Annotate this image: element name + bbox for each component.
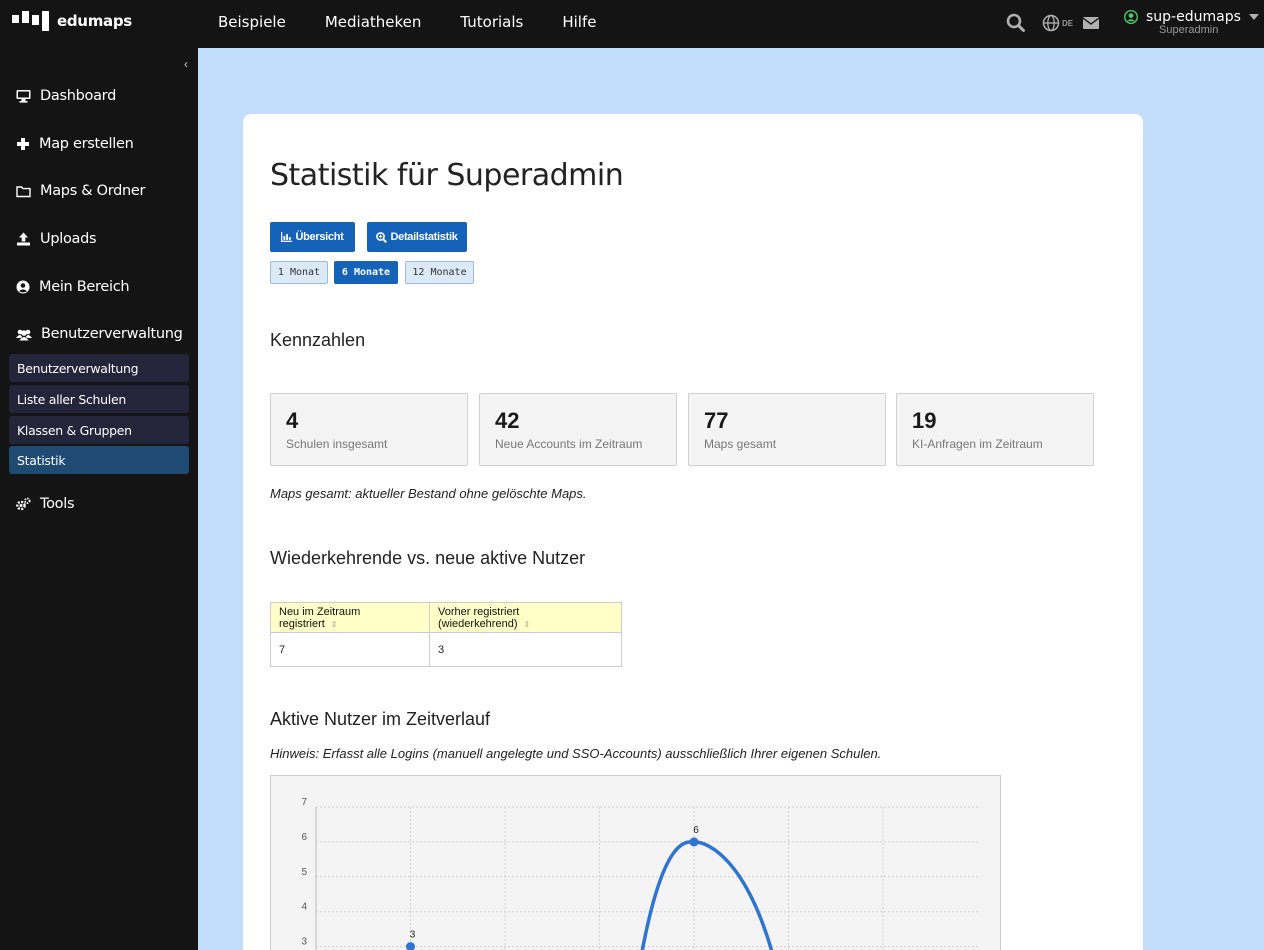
edumaps-logo-icon bbox=[12, 11, 49, 31]
main-nav: Beispiele Mediatheken Tutorials Hilfe bbox=[218, 13, 635, 31]
nav-item-tutorials[interactable]: Tutorials bbox=[460, 13, 523, 31]
upload-icon bbox=[17, 232, 30, 246]
monitor-icon bbox=[16, 90, 31, 103]
submenu-item-benutzerverwaltung[interactable]: Benutzerverwaltung bbox=[9, 354, 189, 382]
sidebar-item-map-erstellen[interactable]: Map erstellen bbox=[16, 136, 134, 152]
kpi-label: Neue Accounts im Zeitraum bbox=[495, 437, 643, 451]
nav-item-mediatheken[interactable]: Mediatheken bbox=[325, 13, 422, 31]
line-chart: 3 4 5 6 7 3 6 bbox=[301, 797, 978, 950]
bar-chart-icon bbox=[281, 232, 293, 242]
user-name: sup-edumaps bbox=[1146, 9, 1241, 25]
submenu-item-statistik[interactable]: Statistik bbox=[9, 446, 189, 474]
kpi-value: 42 bbox=[495, 408, 520, 433]
overview-button[interactable]: Übersicht bbox=[270, 222, 355, 252]
sidebar: ‹ Dashboard Map erstellen Maps & Ordner … bbox=[0, 48, 198, 950]
cogs-icon bbox=[16, 497, 31, 511]
submenu-item-klassen-gruppen[interactable]: Klassen & Gruppen bbox=[9, 416, 189, 444]
sidebar-item-label: Map erstellen bbox=[39, 136, 134, 152]
kpi-value: 19 bbox=[912, 408, 937, 433]
user-circle-icon bbox=[16, 280, 30, 294]
y-tick-label: 3 bbox=[301, 937, 307, 948]
period-12-months[interactable]: 12 Monate bbox=[405, 261, 474, 284]
data-point bbox=[406, 942, 415, 950]
details-button-label: Detailstatistik bbox=[390, 231, 458, 243]
active-users-title: Aktive Nutzer im Zeitverlauf bbox=[270, 709, 491, 729]
language-code: DE bbox=[1062, 18, 1074, 28]
sidebar-item-label: Dashboard bbox=[40, 88, 116, 104]
mail-icon[interactable] bbox=[1083, 16, 1100, 30]
brand-logo[interactable]: edumaps bbox=[12, 11, 132, 31]
submenu-item-liste-aller-schulen[interactable]: Liste aller Schulen bbox=[9, 385, 189, 413]
sort-icon: ⇕ bbox=[330, 619, 338, 629]
sidebar-item-label: Uploads bbox=[40, 231, 97, 247]
nav-item-beispiele[interactable]: Beispiele bbox=[218, 13, 286, 31]
table-header-returning[interactable]: Vorher registriert (wiederkehrend) ⇕ bbox=[429, 602, 622, 633]
zoom-icon bbox=[376, 231, 388, 243]
period-6-months[interactable]: 6 Monate bbox=[334, 261, 398, 284]
kpi-label: Schulen insgesamt bbox=[286, 437, 388, 451]
data-label: 3 bbox=[410, 930, 416, 941]
sidebar-item-mein-bereich[interactable]: Mein Bereich bbox=[16, 279, 130, 295]
table-cell: 3 bbox=[429, 632, 622, 667]
folder-icon bbox=[16, 185, 31, 197]
overview-button-label: Übersicht bbox=[295, 231, 344, 243]
globe-icon bbox=[1042, 14, 1060, 32]
data-point bbox=[689, 837, 699, 847]
user-status-icon bbox=[1124, 10, 1138, 24]
sidebar-item-label: Mein Bereich bbox=[39, 279, 130, 295]
sidebar-item-tools[interactable]: Tools bbox=[16, 496, 75, 512]
table-row: 7 3 bbox=[270, 632, 622, 667]
sidebar-item-uploads[interactable]: Uploads bbox=[16, 231, 97, 247]
returning-users-table: Neu im Zeitraum registriert ⇕ Vorher regi… bbox=[270, 602, 622, 667]
table-header-new[interactable]: Neu im Zeitraum registriert ⇕ bbox=[270, 602, 430, 633]
kpi-label: KI-Anfragen im Zeitraum bbox=[912, 437, 1043, 451]
kennzahlen-title: Kennzahlen bbox=[270, 330, 366, 350]
kpi-card: 42 Neue Accounts im Zeitraum bbox=[479, 393, 677, 466]
collapse-sidebar-icon[interactable]: ‹ bbox=[184, 57, 188, 71]
sidebar-item-maps-ordner[interactable]: Maps & Ordner bbox=[16, 183, 145, 199]
period-1-month[interactable]: 1 Monat bbox=[270, 261, 328, 284]
top-navbar: edumaps Beispiele Mediatheken Tutorials … bbox=[0, 0, 1264, 48]
kpi-card: 19 KI-Anfragen im Zeitraum bbox=[896, 393, 1094, 466]
active-users-note: Hinweis: Erfasst alle Logins (manuell an… bbox=[270, 746, 882, 761]
returning-users-title: Wiederkehrende vs. neue aktive Nutzer bbox=[270, 548, 586, 568]
sort-icon: ⇕ bbox=[523, 619, 531, 629]
content-card: Statistik für Superadmin Übersicht Detai… bbox=[243, 114, 1143, 950]
plus-icon bbox=[17, 138, 29, 150]
y-tick-label: 6 bbox=[301, 832, 307, 843]
active-users-chart: 3 4 5 6 7 3 6 bbox=[270, 775, 1001, 950]
sidebar-item-label: Tools bbox=[40, 496, 75, 512]
table-cell: 7 bbox=[270, 632, 430, 667]
sidebar-item-label: Maps & Ordner bbox=[40, 183, 146, 199]
kpi-value: 77 bbox=[704, 408, 729, 433]
nav-item-hilfe[interactable]: Hilfe bbox=[562, 13, 596, 31]
top-actions: DE bbox=[1006, 13, 1100, 33]
sidebar-item-benutzerverwaltung[interactable]: Benutzerverwaltung bbox=[16, 326, 183, 342]
sidebar-item-label: Benutzerverwaltung bbox=[41, 326, 183, 342]
y-tick-label: 5 bbox=[301, 867, 307, 878]
user-menu[interactable]: sup-edumaps Superadmin bbox=[1124, 9, 1259, 36]
caret-down-icon bbox=[1248, 14, 1259, 20]
y-tick-label: 4 bbox=[301, 902, 307, 913]
language-switcher[interactable]: DE bbox=[1042, 14, 1073, 32]
maps-note: Maps gesamt: aktueller Bestand ohne gelö… bbox=[270, 486, 587, 501]
kpi-card: 77 Maps gesamt bbox=[688, 393, 886, 466]
data-label: 6 bbox=[693, 825, 699, 836]
kpi-label: Maps gesamt bbox=[704, 437, 777, 451]
kpi-card: 4 Schulen insgesamt bbox=[270, 393, 468, 466]
page-title: Statistik für Superadmin bbox=[270, 158, 624, 193]
users-icon bbox=[16, 329, 32, 340]
search-icon[interactable] bbox=[1006, 13, 1026, 33]
y-tick-label: 7 bbox=[301, 797, 307, 808]
kpi-value: 4 bbox=[286, 408, 299, 433]
user-role: Superadmin bbox=[1159, 24, 1219, 36]
details-button[interactable]: Detailstatistik bbox=[367, 222, 467, 252]
sidebar-item-dashboard[interactable]: Dashboard bbox=[16, 88, 116, 104]
brand-name: edumaps bbox=[57, 12, 132, 30]
